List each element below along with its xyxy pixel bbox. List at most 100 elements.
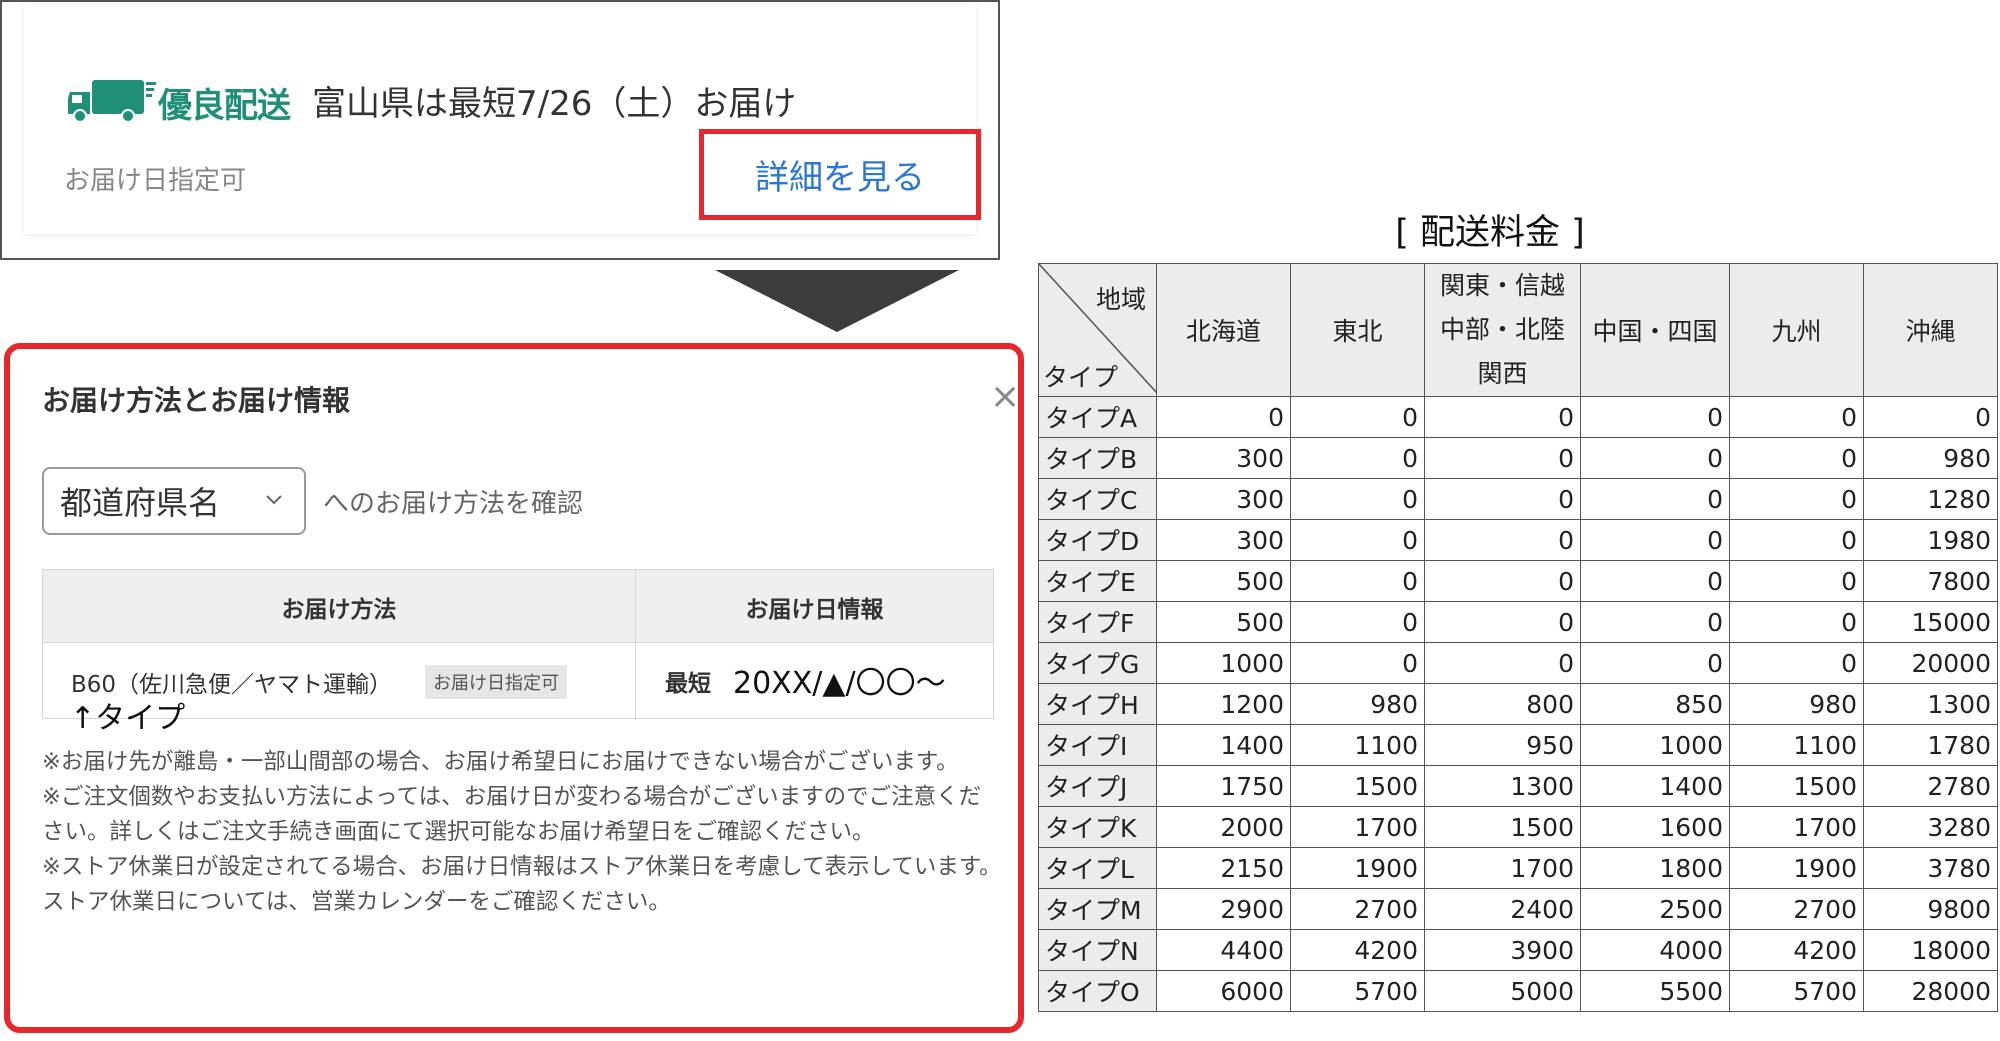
fee-cell: 5000 <box>1424 970 1581 1012</box>
fee-cell: 980 <box>1290 683 1425 725</box>
corner-region-label: 地域 <box>1095 285 1146 314</box>
fee-cell: 0 <box>1863 396 1998 438</box>
fee-cell: 4000 <box>1580 929 1730 971</box>
prefecture-select-value: 都道府県名 <box>60 484 221 522</box>
region-header-line: 中部・北陸 <box>1439 315 1565 344</box>
table-row: タイプJ 1750 1500 1300 1400 1500 2780 <box>1038 765 1998 807</box>
table-row: タイプA 0 0 0 0 0 0 <box>1038 396 1998 438</box>
fee-cell: 1700 <box>1424 847 1581 889</box>
fee-cell: 0 <box>1580 396 1730 438</box>
fee-cell: 0 <box>1580 642 1730 684</box>
fee-cell: 0 <box>1729 478 1864 520</box>
fee-cell: 1100 <box>1290 724 1425 766</box>
note-item: ※ご注文個数やお支払い方法によっては、お届け日が変わる場合がございますのでご注意… <box>42 784 982 845</box>
fee-cell: 15000 <box>1863 601 1998 643</box>
details-highlight-box: 詳細を見る <box>699 129 981 220</box>
fee-cell: 0 <box>1424 642 1581 684</box>
shipping-fee-table: 地域 タイプ 北海道 東北 関東・信越 中部・北陸 関西 中国・四国 九州 沖縄 タイプA 0 0… <box>1038 263 1998 1012</box>
fee-cell: 1900 <box>1290 847 1425 889</box>
earliest-label: 最短 <box>665 671 711 697</box>
table-row: タイプC 300 0 0 0 0 1280 <box>1038 478 1998 520</box>
close-icon[interactable]: × <box>990 379 1020 415</box>
fee-cell: 0 <box>1729 437 1864 479</box>
fee-cell: 0 <box>1580 478 1730 520</box>
fee-cell: 1600 <box>1580 806 1730 848</box>
fee-table-title: [ 配送料金 ] <box>1395 213 1585 253</box>
shipping-summary-card: 優良配送 富山県は最短7/26（土）お届け お届け日指定可 詳細を見る <box>0 0 1000 260</box>
fee-cell: 2150 <box>1156 847 1291 889</box>
fee-cell: 4200 <box>1729 929 1864 971</box>
fee-cell: 0 <box>1424 437 1581 479</box>
fee-cell: 7800 <box>1863 560 1998 602</box>
corner-cell: 地域 タイプ <box>1038 263 1157 397</box>
table-row: タイプN 4400 4200 3900 4000 4200 18000 <box>1038 929 1998 971</box>
fee-cell: 800 <box>1424 683 1581 725</box>
type-cell: タイプK <box>1038 806 1157 848</box>
fee-cell: 0 <box>1580 519 1730 561</box>
type-cell: タイプH <box>1038 683 1157 725</box>
table-row: タイプO 6000 5700 5000 5500 5700 28000 <box>1038 970 1998 1012</box>
fee-cell: 0 <box>1580 560 1730 602</box>
region-header: 沖縄 <box>1863 263 1998 397</box>
region-header-line: 関西 <box>1477 359 1528 388</box>
fee-cell: 0 <box>1729 396 1864 438</box>
fee-cell: 0 <box>1424 519 1581 561</box>
fee-cell: 1300 <box>1424 765 1581 807</box>
fee-cell: 5500 <box>1580 970 1730 1012</box>
fee-cell: 1300 <box>1863 683 1998 725</box>
fee-cell: 0 <box>1290 396 1425 438</box>
fee-cell: 0 <box>1424 601 1581 643</box>
region-header: 関東・信越 中部・北陸 関西 <box>1424 263 1581 397</box>
region-header: 北海道 <box>1156 263 1291 397</box>
fee-cell: 0 <box>1290 437 1425 479</box>
note-item: ※お届け先が離島・一部山間部の場合、お届け希望日にお届けできない場合がございます… <box>42 749 959 775</box>
fee-cell: 18000 <box>1863 929 1998 971</box>
table-row: タイプE 500 0 0 0 0 7800 <box>1038 560 1998 602</box>
fee-cell: 3280 <box>1863 806 1998 848</box>
fee-cell: 28000 <box>1863 970 1998 1012</box>
fee-cell: 1280 <box>1863 478 1998 520</box>
fee-table-header-row: 地域 タイプ 北海道 東北 関東・信越 中部・北陸 関西 中国・四国 九州 沖縄 <box>1038 263 1998 397</box>
region-header-multiline: 関東・信越 中部・北陸 関西 <box>1431 264 1574 396</box>
fee-cell: 1980 <box>1863 519 1998 561</box>
type-cell: タイプO <box>1038 970 1157 1012</box>
prefecture-select[interactable]: 都道府県名 <box>42 467 306 535</box>
earliest-date-value: 20ⅩⅩ/▲/〇〇～ <box>733 666 946 701</box>
fee-cell: 0 <box>1424 478 1581 520</box>
fee-cell: 4200 <box>1290 929 1425 971</box>
fee-cell: 1900 <box>1729 847 1864 889</box>
fee-cell: 1200 <box>1156 683 1291 725</box>
fee-cell: 0 <box>1729 601 1864 643</box>
table-row: タイプD 300 0 0 0 0 1980 <box>1038 519 1998 561</box>
type-cell: タイプG <box>1038 642 1157 684</box>
note-item: ※ストア休業日が設定されてる場合、お届け日情報はストア休業日を考慮して表示してい… <box>42 854 1002 915</box>
fee-cell: 300 <box>1156 478 1291 520</box>
excellent-shipping-badge: 優良配送 <box>158 86 291 126</box>
fee-cell: 1400 <box>1156 724 1291 766</box>
table-row: タイプG 1000 0 0 0 0 20000 <box>1038 642 1998 684</box>
fee-cell: 1400 <box>1580 765 1730 807</box>
fee-cell: 0 <box>1424 560 1581 602</box>
date-specifiable-label: お届け日指定可 <box>64 166 247 196</box>
fee-cell: 0 <box>1156 396 1291 438</box>
header-delivery-method: お届け方法 <box>281 597 397 623</box>
fee-cell: 5700 <box>1729 970 1864 1012</box>
table-row: タイプB 300 0 0 0 0 980 <box>1038 437 1998 479</box>
header-delivery-date: お届け日情報 <box>745 597 884 623</box>
fee-cell: 2700 <box>1729 888 1864 930</box>
fee-cell: 0 <box>1424 396 1581 438</box>
table-row: タイプI 1400 1100 950 1000 1100 1780 <box>1038 724 1998 766</box>
type-cell: タイプC <box>1038 478 1157 520</box>
fee-cell: 0 <box>1290 560 1425 602</box>
table-row: タイプH 1200 980 800 850 980 1300 <box>1038 683 1998 725</box>
fee-cell: 950 <box>1424 724 1581 766</box>
fee-cell: 1800 <box>1580 847 1730 889</box>
fee-cell: 1700 <box>1290 806 1425 848</box>
fee-table-body: タイプA 0 0 0 0 0 0 タイプB 300 0 0 0 0 980 タイプC 300 0 0 0 0 1280 タ… <box>1038 396 1998 1012</box>
fee-cell: 980 <box>1729 683 1864 725</box>
type-cell: タイプF <box>1038 601 1157 643</box>
date-specifiable-tag: お届け日指定可 <box>425 665 567 699</box>
fee-cell: 0 <box>1729 642 1864 684</box>
details-link[interactable]: 詳細を見る <box>755 150 925 199</box>
fee-cell: 2400 <box>1424 888 1581 930</box>
